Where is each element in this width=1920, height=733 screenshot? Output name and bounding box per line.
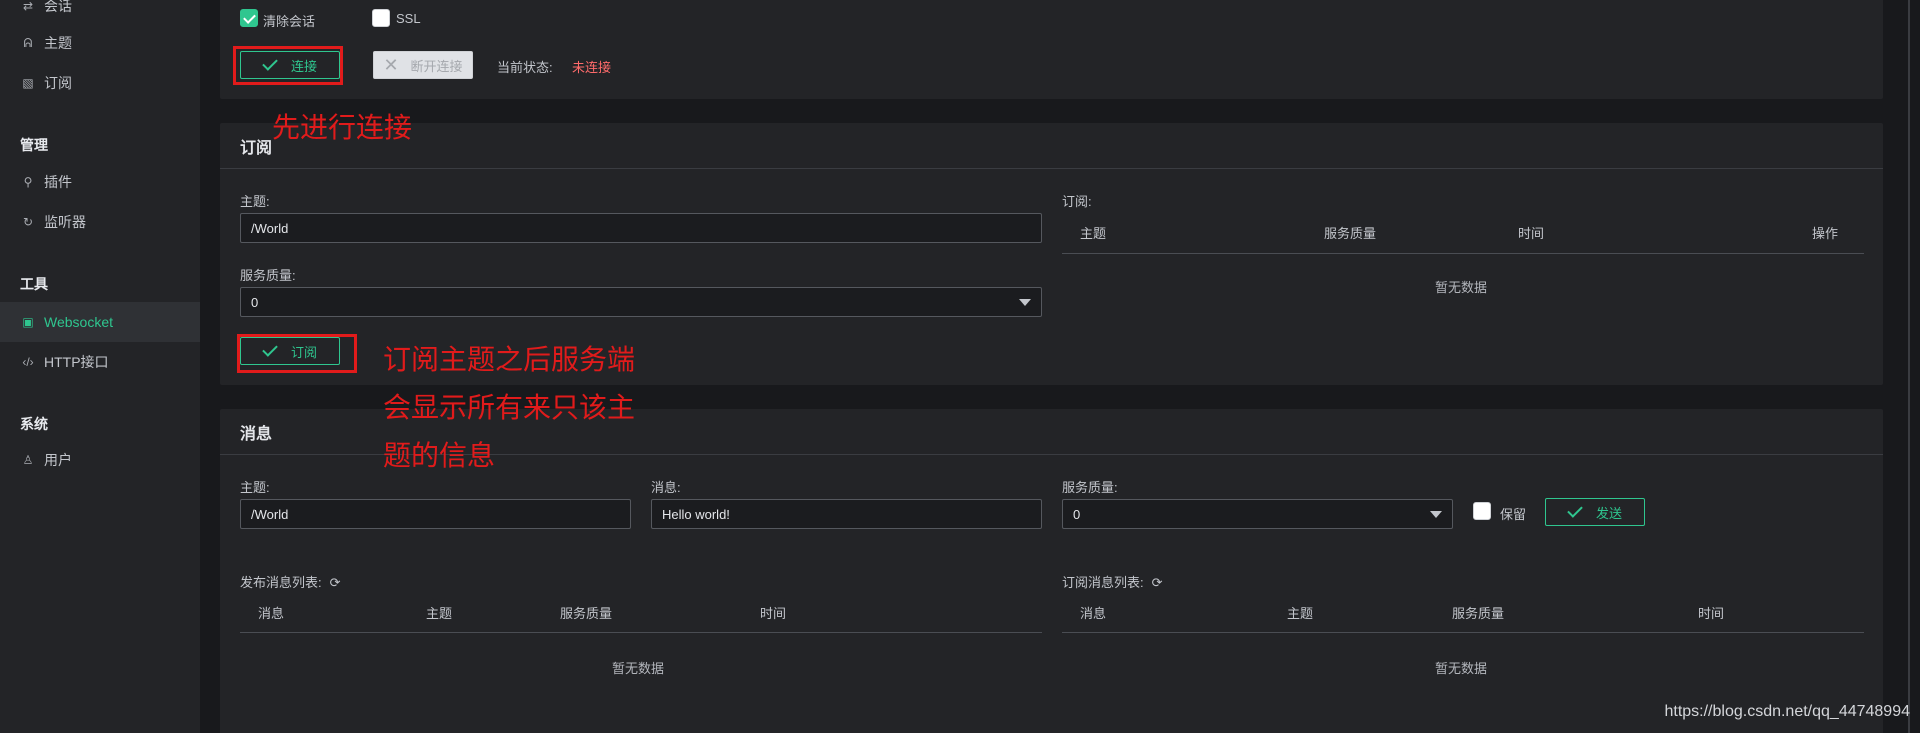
listener-icon: ↻	[22, 215, 34, 229]
status-value: 未连接	[572, 60, 612, 75]
annotation-subscribe-line3: 题的信息	[383, 440, 496, 471]
sidebar-item-http-api[interactable]: ‹/› HTTP接口	[0, 342, 200, 382]
annotation-box-connect	[233, 46, 343, 85]
received-list-label: 订阅消息列表: ⟳	[1062, 572, 1163, 591]
received-empty-text: 暂无数据	[1435, 661, 1488, 676]
sidebar-item-topics[interactable]: ᕱ 主题	[0, 23, 200, 63]
subscription-list-label: 订阅:	[1062, 194, 1092, 209]
swap-icon: ⇄	[22, 0, 34, 13]
ssl-label: SSL	[396, 11, 421, 26]
message-body-label: 消息:	[651, 480, 681, 495]
table-header: 服务质量	[1324, 226, 1377, 241]
message-topic-input[interactable]: /World	[240, 499, 631, 529]
sidebar-item-subscriptions[interactable]: ▧ 订阅	[0, 63, 200, 103]
table-header: 操作	[1812, 226, 1839, 241]
annotation-connect-first: 先进行连接	[272, 112, 413, 143]
divider	[1062, 632, 1864, 633]
clean-session-checkbox[interactable]	[240, 9, 258, 27]
topic-icon: ᕱ	[23, 35, 33, 50]
table-header: 主题	[1080, 226, 1107, 241]
subscribe-topic-input[interactable]: /World	[240, 213, 1042, 243]
published-empty-text: 暂无数据	[612, 661, 665, 676]
chevron-down-icon	[1430, 511, 1442, 518]
annotation-subscribe-line1: 订阅主题之后服务端	[383, 344, 636, 375]
status-label: 当前状态:	[497, 60, 553, 75]
sidebar-item-users[interactable]: ♙ 用户	[0, 440, 200, 480]
retain-label: 保留	[1500, 507, 1527, 522]
subscribe-topic-label: 主题:	[240, 194, 270, 209]
sidebar-group-tools: 工具	[20, 276, 48, 292]
sidebar-item-label: 用户	[44, 452, 72, 468]
chevron-down-icon	[1019, 299, 1031, 306]
table-header: 时间	[1698, 606, 1725, 621]
disconnect-button[interactable]: ✕ 断开连接	[373, 51, 473, 79]
close-icon: ✕	[383, 54, 399, 75]
retain-checkbox[interactable]	[1473, 502, 1491, 520]
sidebar-item-label: 插件	[44, 174, 72, 190]
sidebar-group-system: 系统	[20, 416, 48, 432]
message-body-input[interactable]: Hello world!	[651, 499, 1042, 529]
received-list-title: 订阅消息列表:	[1062, 575, 1144, 590]
clean-session-label: 清除会话	[263, 14, 316, 29]
watermark: https://blog.csdn.net/qq_44748994	[1664, 703, 1910, 720]
refresh-icon[interactable]: ⟳	[330, 575, 341, 591]
annotation-box-subscribe	[237, 334, 357, 373]
subscribe-qos-select[interactable]: 0	[240, 287, 1042, 317]
connection-card: 清除会话 SSL 连接 ✕ 断开连接 当前状态: 未连接	[220, 0, 1883, 99]
table-header: 服务质量	[1452, 606, 1505, 621]
message-topic-label: 主题:	[240, 480, 270, 495]
sidebar-item-plugins[interactable]: ⚲ 插件	[0, 162, 200, 202]
plug-icon: ⚲	[23, 175, 33, 189]
disconnect-button-label: 断开连接	[410, 58, 463, 74]
subscribe-qos-label: 服务质量:	[240, 268, 296, 283]
html5-icon: ▣	[22, 315, 34, 329]
sidebar-item-label: HTTP接口	[44, 354, 109, 370]
subscription-empty-text: 暂无数据	[1435, 280, 1488, 295]
published-list-label: 发布消息列表: ⟳	[240, 572, 341, 591]
table-header: 服务质量	[560, 606, 613, 621]
table-header: 消息	[258, 606, 285, 621]
message-qos-value: 0	[1073, 506, 1081, 522]
sidebar-item-label: 订阅	[44, 75, 72, 91]
check-icon	[1567, 502, 1583, 518]
message-qos-select[interactable]: 0	[1062, 499, 1453, 529]
sidebar-item-label: 会话	[44, 0, 72, 14]
send-button-label: 发送	[1595, 505, 1622, 521]
rss-icon: ▧	[22, 76, 34, 90]
divider	[240, 632, 1042, 633]
annotation-subscribe-line2: 会显示所有来只该主	[383, 392, 636, 423]
message-qos-label: 服务质量:	[1062, 480, 1118, 495]
code-icon: ‹/›	[22, 355, 34, 369]
published-list-title: 发布消息列表:	[240, 575, 322, 590]
subscribe-qos-value: 0	[251, 294, 259, 310]
table-header: 消息	[1080, 606, 1107, 621]
divider	[1062, 253, 1864, 254]
user-icon: ♙	[22, 453, 34, 467]
sidebar-item-label: 主题	[44, 35, 72, 51]
scrollbar[interactable]	[1908, 0, 1910, 733]
sidebar-item-websocket[interactable]: ▣ Websocket	[0, 302, 200, 342]
sidebar-item-label: 监听器	[44, 214, 86, 230]
table-header: 时间	[1518, 226, 1545, 241]
sidebar: ⇄ 会话 ᕱ 主题 ▧ 订阅 管理 ⚲ 插件 ↻ 监听器 工具 ▣ Websoc…	[0, 0, 200, 733]
sidebar-group-manage: 管理	[20, 137, 48, 153]
sidebar-item-listeners[interactable]: ↻ 监听器	[0, 202, 200, 242]
send-button[interactable]: 发送	[1545, 498, 1645, 526]
refresh-icon[interactable]: ⟳	[1152, 575, 1163, 591]
table-header: 主题	[426, 606, 453, 621]
sidebar-item-label: Websocket	[44, 314, 113, 330]
subscribe-title: 订阅	[220, 123, 1883, 169]
table-header: 时间	[760, 606, 787, 621]
ssl-checkbox[interactable]	[372, 9, 390, 27]
table-header: 主题	[1287, 606, 1314, 621]
